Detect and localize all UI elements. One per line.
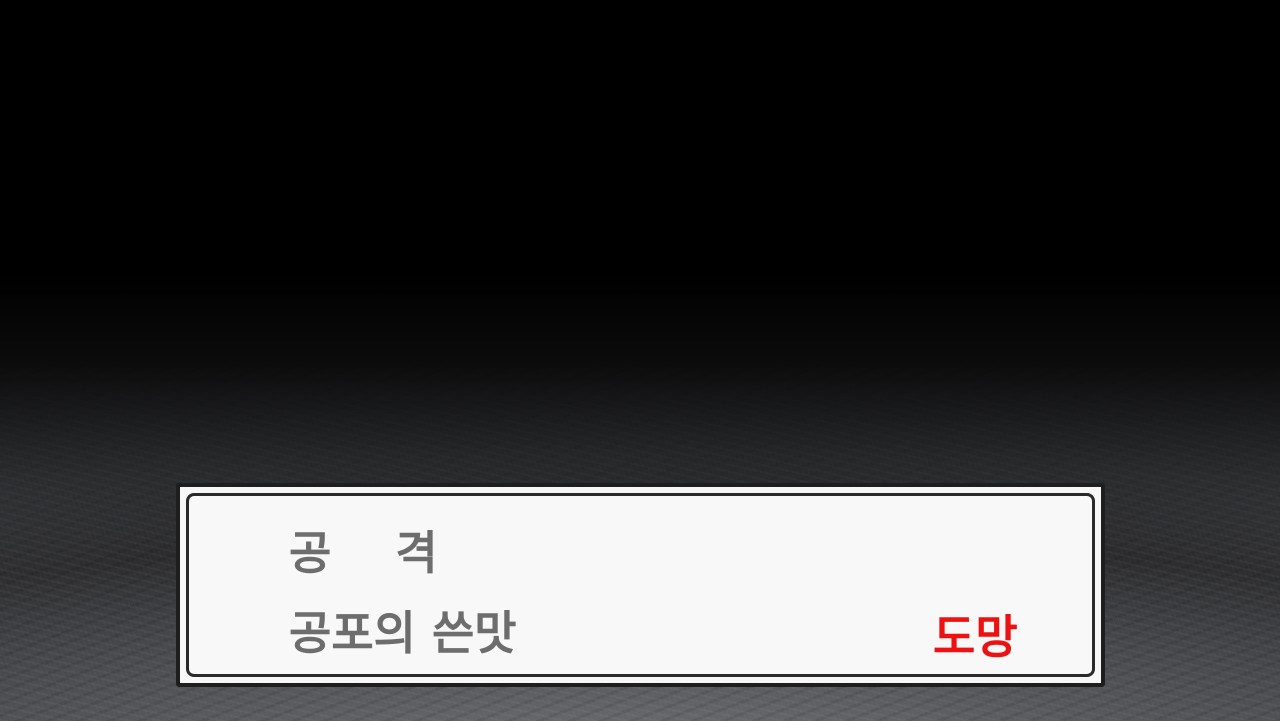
taste-of-fear-command[interactable]: 공포의 쓴맛 xyxy=(289,610,517,656)
battle-scene: 공 격 공포의 쓴맛 도망 xyxy=(0,0,1280,721)
escape-command[interactable]: 도망 xyxy=(933,614,1018,660)
battle-command-window-frame: 공 격 공포의 쓴맛 도망 xyxy=(186,493,1095,677)
battle-command-window: 공 격 공포의 쓴맛 도망 xyxy=(176,483,1105,687)
attack-command[interactable]: 공 격 xyxy=(289,530,438,576)
